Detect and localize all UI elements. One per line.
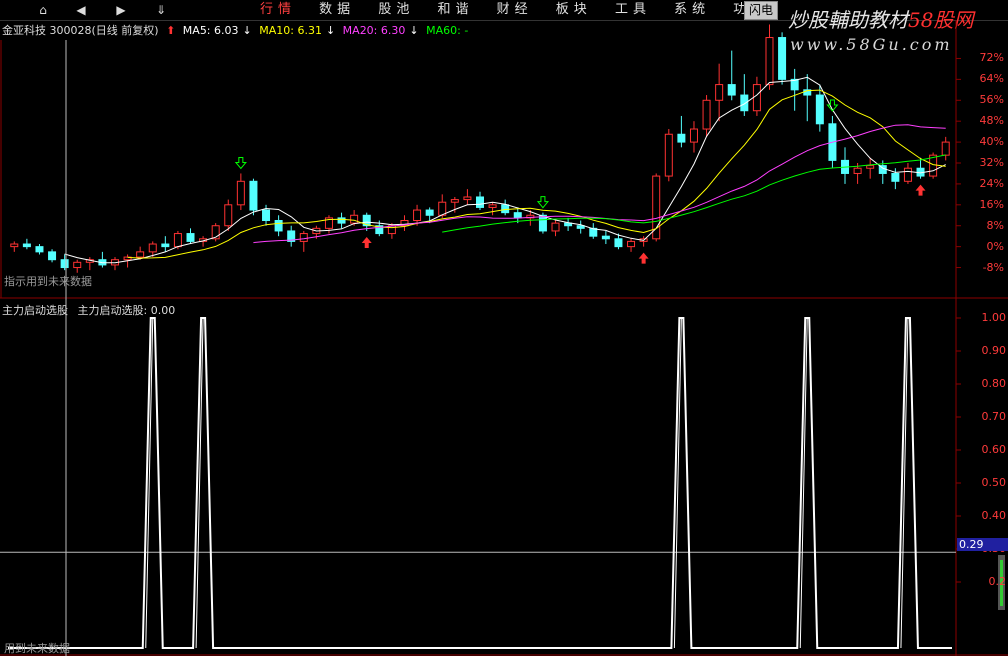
candle-body	[715, 84, 724, 101]
indicator-axis-label: 0.70	[981, 410, 1007, 423]
indicator-name: 主力启动选股	[2, 304, 68, 317]
candle-body	[413, 209, 422, 222]
indicator-axis-label: 0.2	[988, 575, 1007, 588]
candle-body	[488, 204, 497, 208]
candle-body	[148, 243, 157, 253]
price-axis-label: 0%	[986, 239, 1004, 253]
candle-body	[551, 222, 560, 232]
candle-body	[677, 133, 686, 143]
candle-body	[903, 167, 912, 182]
candle-body	[236, 180, 245, 206]
candle-body	[463, 196, 472, 201]
indicator-value: 主力启动选股: 0.00	[77, 304, 176, 317]
candle-body	[740, 94, 749, 112]
candle-body	[48, 251, 57, 261]
buy-signal-arrow-icon	[361, 236, 372, 248]
indicator-axis-label: 0.60	[981, 443, 1007, 456]
candle-body	[538, 214, 547, 232]
candle-body	[601, 235, 610, 240]
buy-signal-arrow-icon	[638, 252, 649, 264]
price-axis-label: 16%	[979, 197, 1004, 211]
crosshair-value-badge: 0.29	[957, 538, 1008, 551]
candle-body	[752, 84, 761, 112]
candle-body	[60, 259, 69, 269]
sell-signal-arrow-icon	[234, 156, 247, 170]
candle-body	[941, 141, 950, 156]
candle-body	[161, 243, 170, 248]
candle-body	[815, 94, 824, 125]
candle-body	[614, 238, 623, 248]
candle-body	[450, 199, 459, 203]
indicator-axis-label: 0.80	[981, 377, 1007, 390]
candle-body	[224, 204, 233, 227]
indicator-axis-label: 0.50	[981, 476, 1007, 489]
candle-body	[476, 196, 484, 208]
candle-body	[10, 243, 19, 248]
candle-body	[866, 165, 875, 169]
future-data-hint: 指示用到未来数据	[4, 275, 92, 288]
candle-body	[576, 225, 585, 229]
candle-body	[186, 233, 195, 242]
buy-signal-arrow-icon	[915, 184, 926, 196]
price-axis-label: 48%	[979, 114, 1004, 128]
candle-body	[664, 133, 673, 177]
price-axis-label: 24%	[979, 176, 1004, 190]
candle-body	[136, 251, 145, 258]
candle-body	[262, 209, 271, 222]
indicator-axis-label: 0.90	[981, 344, 1007, 357]
candle-body	[501, 204, 510, 214]
candle-body	[765, 37, 774, 86]
candle-body	[627, 240, 636, 248]
ma20-line	[253, 124, 946, 244]
candle-body	[702, 99, 711, 130]
price-axis-label: 64%	[979, 72, 1004, 86]
candle-body	[22, 243, 31, 248]
candle-body	[891, 172, 900, 182]
candle-body	[35, 246, 44, 253]
candle-body	[727, 84, 736, 96]
candle-body	[274, 220, 283, 232]
price-axis-label: -8%	[982, 260, 1004, 274]
candle-body	[299, 233, 308, 242]
price-axis-label: 8%	[986, 218, 1004, 232]
price-axis-label: 40%	[979, 135, 1004, 149]
price-axis-label: 32%	[979, 156, 1004, 169]
indicator-axis-label: 0.40	[981, 509, 1007, 522]
candle-body	[425, 209, 434, 216]
candle-body	[73, 261, 82, 269]
candle-body	[249, 180, 258, 211]
candle-body	[350, 214, 359, 224]
indicator-axis-label: 1.00	[981, 311, 1007, 324]
candle-body	[853, 167, 862, 174]
indicator-title: 主力启动选股 主力启动选股: 0.00	[2, 302, 175, 318]
future-data-hint-bottom: 用到未来数据	[4, 642, 70, 655]
ma5-line	[64, 76, 946, 264]
sell-signal-arrow-icon	[536, 196, 550, 209]
candle-body	[778, 37, 787, 80]
chart-canvas[interactable]	[0, 0, 1008, 656]
candle-body	[173, 233, 182, 248]
price-axis-label: 72%	[979, 51, 1004, 65]
candle-body	[337, 217, 346, 224]
price-axis-label: 56%	[979, 93, 1004, 107]
candle-body	[689, 128, 698, 143]
candle-body	[513, 212, 522, 219]
